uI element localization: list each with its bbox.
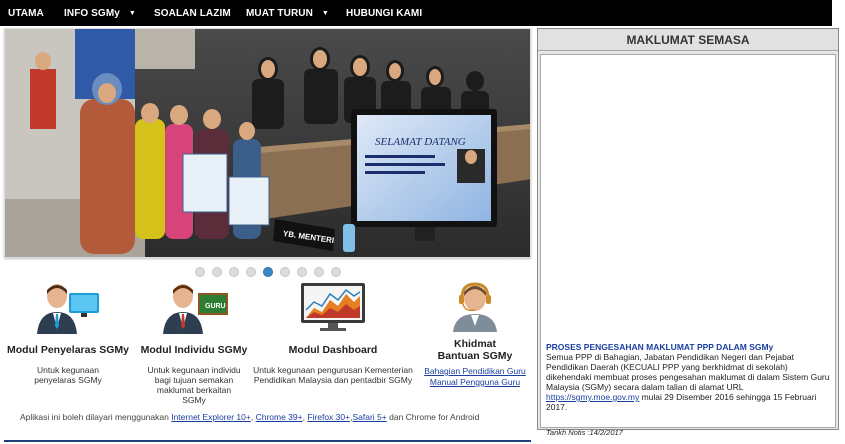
nav-item-utama[interactable]: UTAMA: [8, 8, 64, 19]
teacher-board-icon: GURU: [138, 282, 250, 334]
module-individu-desc: Untuk kegunaan individu bagi tujuan sema…: [147, 365, 241, 405]
slider-dot[interactable]: [195, 267, 205, 277]
link-internet-explorer[interactable]: Internet Explorer 10+: [171, 412, 251, 422]
module-khidmat-card[interactable]: Khidmat Bantuan SGMy Bahagian Pendidikan…: [412, 282, 538, 388]
announcement-scroll-area[interactable]: PROSES PENGESAHAN MAKLUMAT PPP DALAM SGM…: [540, 54, 836, 437]
link-bahagian-pendidikan-guru[interactable]: Bahagian Pendidikan Guru: [412, 366, 538, 377]
module-khidmat-title: Khidmat Bantuan SGMy: [437, 338, 513, 362]
module-penyelaras-desc: Untuk kegunaan penyelaras SGMy: [34, 365, 102, 385]
bottom-divider: [4, 440, 531, 442]
news-title[interactable]: PROSES PENGESAHAN MAKLUMAT PPP DALAM SGM…: [546, 342, 831, 352]
news-item: PROSES PENGESAHAN MAKLUMAT PPP DALAM SGM…: [546, 342, 831, 412]
nav-item-info-sgmy[interactable]: INFO SGMy ▼: [64, 8, 154, 19]
module-dashboard-title: Modul Dashboard: [288, 344, 378, 356]
nav-item-soalan-lazim[interactable]: SOALAN LAZIM: [154, 8, 246, 19]
browser-support-note: Aplikasi ini boleh dilayari menggunakan …: [20, 412, 480, 422]
slider-dot[interactable]: [263, 267, 273, 277]
slider-dot[interactable]: [212, 267, 222, 277]
top-nav: UTAMA INFO SGMy ▼ SOALAN LAZIM MUAT TURUN…: [0, 0, 832, 26]
coordinator-icon: [5, 282, 131, 334]
module-dashboard-desc: Untuk kegunaan pengurusan Kementerian Pe…: [253, 365, 413, 385]
caret-down-icon: ▼: [128, 9, 136, 17]
slider-dot[interactable]: [280, 267, 290, 277]
board-label-text: GURU: [205, 303, 226, 310]
photo-slider[interactable]: SELAMAT DATANG YB. MENTERI: [4, 28, 531, 258]
nav-item-muat-turun[interactable]: MUAT TURUN ▼: [246, 8, 346, 19]
link-manual-pengguna-guru[interactable]: Manual Pengguna Guru: [412, 377, 538, 388]
link-sgmy-url[interactable]: https://sgmy.moe.gov.my: [546, 392, 639, 402]
link-firefox[interactable]: Firefox 30+: [307, 412, 350, 422]
slider-dot[interactable]: [331, 267, 341, 277]
module-dashboard-card[interactable]: Modul Dashboard Untuk kegunaan pengurusa…: [253, 282, 413, 385]
slider-dot[interactable]: [297, 267, 307, 277]
module-individu-title: Modul Individu SGMy: [140, 344, 248, 356]
link-chrome[interactable]: Chrome 39+: [256, 412, 303, 422]
module-penyelaras-card[interactable]: Modul Penyelaras SGMy Untuk kegunaan pen…: [5, 282, 131, 385]
dashboard-chart-icon: [253, 282, 413, 332]
nav-item-hubungi-kami[interactable]: HUBUNGI KAMI: [346, 8, 422, 19]
screen-greeting-text: SELAMAT DATANG: [375, 136, 466, 148]
news-body: Semua PPP di Bahagian, Jabatan Pendidika…: [546, 352, 830, 412]
module-individu-card[interactable]: GURU Modul Individu SGMy Untuk kegunaan …: [138, 282, 250, 405]
slide-photo: SELAMAT DATANG YB. MENTERI: [5, 29, 530, 257]
news-date: Tarikh Notis :14/2/2017: [546, 428, 623, 437]
caret-down-icon: ▼: [321, 9, 329, 17]
panel-title: MAKLUMAT SEMASA: [538, 29, 838, 51]
module-penyelaras-title: Modul Penyelaras SGMy: [7, 344, 129, 356]
support-headset-icon: [412, 282, 538, 332]
link-safari[interactable]: Safari 5+: [352, 412, 386, 422]
slider-dot[interactable]: [229, 267, 239, 277]
announcement-panel: MAKLUMAT SEMASA PROSES PENGESAHAN MAKLUM…: [537, 28, 839, 437]
slider-dot[interactable]: [246, 267, 256, 277]
slider-dot[interactable]: [314, 267, 324, 277]
slider-pagination: [195, 267, 341, 277]
